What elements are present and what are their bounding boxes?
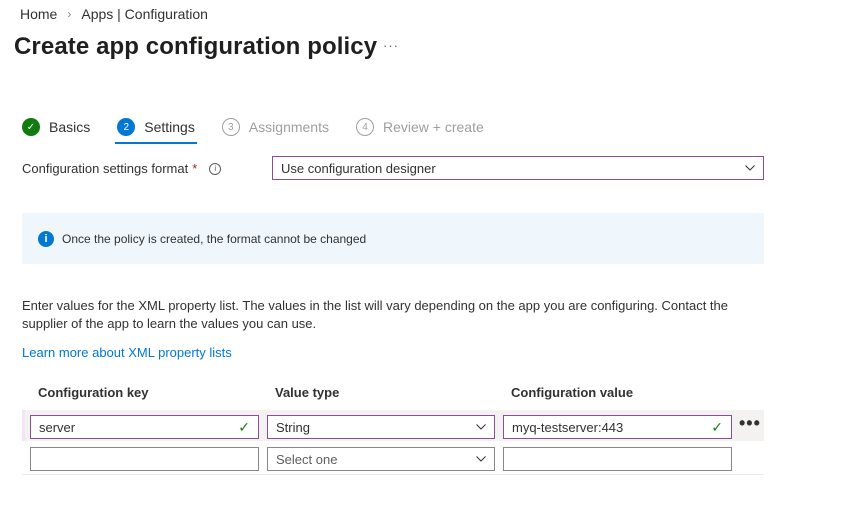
chevron-down-icon [476,424,486,430]
configuration-key-input[interactable]: server ✓ [30,415,259,439]
info-icon[interactable]: i [209,162,222,175]
step-label: Review + create [382,119,484,135]
step-label: Assignments [248,119,329,135]
format-dropdown[interactable]: Use configuration designer [272,156,764,180]
value-type-value: String [276,419,310,435]
value-type-dropdown[interactable]: String [267,415,495,439]
row-more-options-icon[interactable]: ••• [739,414,761,432]
checkmark-icon: ✓ [711,418,723,435]
step-number-badge: 3 [221,118,240,136]
step-label: Basics [49,119,91,135]
step-number-badge: 4 [355,118,374,136]
required-marker: * [192,161,198,176]
step-number-badge: 2 [117,118,136,136]
wizard-steps: ✓ Basics 2 Settings 3 Assignments 4 Revi… [22,116,511,144]
row-divider [22,474,764,475]
breadcrumb-apps-configuration[interactable]: Apps | Configuration [81,6,208,22]
checkmark-icon: ✓ [22,118,40,136]
column-header-value: Configuration value [511,385,634,400]
configuration-key-input[interactable] [30,447,259,471]
learn-more-link[interactable]: Learn more about XML property lists [22,345,232,360]
format-label-text: Configuration settings format [22,161,189,176]
value-type-placeholder: Select one [276,451,338,467]
configuration-value-value: myq-testserver:443 [512,419,624,435]
tab-basics[interactable]: ✓ Basics [22,116,90,138]
tab-review-create[interactable]: 4 Review + create [355,116,484,138]
breadcrumb-home[interactable]: Home [20,6,57,22]
description-text: Enter values for the XML property list. … [22,298,729,331]
info-icon: i [38,230,54,247]
breadcrumb: Home › Apps | Configuration [20,6,208,22]
chevron-down-icon [476,456,486,462]
format-label: Configuration settings format * i [22,161,222,176]
configuration-key-value: server [39,419,76,435]
chevron-right-icon: › [67,7,72,21]
info-banner: i Once the policy is created, the format… [22,213,764,264]
format-dropdown-value: Use configuration designer [281,160,436,176]
more-options-icon[interactable]: ··· [383,38,399,53]
value-type-dropdown[interactable]: Select one [267,447,495,471]
column-header-type: Value type [275,385,340,400]
info-banner-text: Once the policy is created, the format c… [62,231,367,246]
checkmark-icon: ✓ [238,418,250,435]
configuration-value-input[interactable]: myq-testserver:443 ✓ [503,415,732,439]
active-step-underline [115,142,197,144]
chevron-down-icon [745,165,755,171]
page-title: Create app configuration policy [14,33,378,60]
step-label: Settings [144,119,195,135]
column-header-key: Configuration key [38,385,149,400]
tab-assignments[interactable]: 3 Assignments [221,116,329,138]
configuration-value-input[interactable] [503,447,732,471]
tab-settings[interactable]: 2 Settings [115,116,197,144]
